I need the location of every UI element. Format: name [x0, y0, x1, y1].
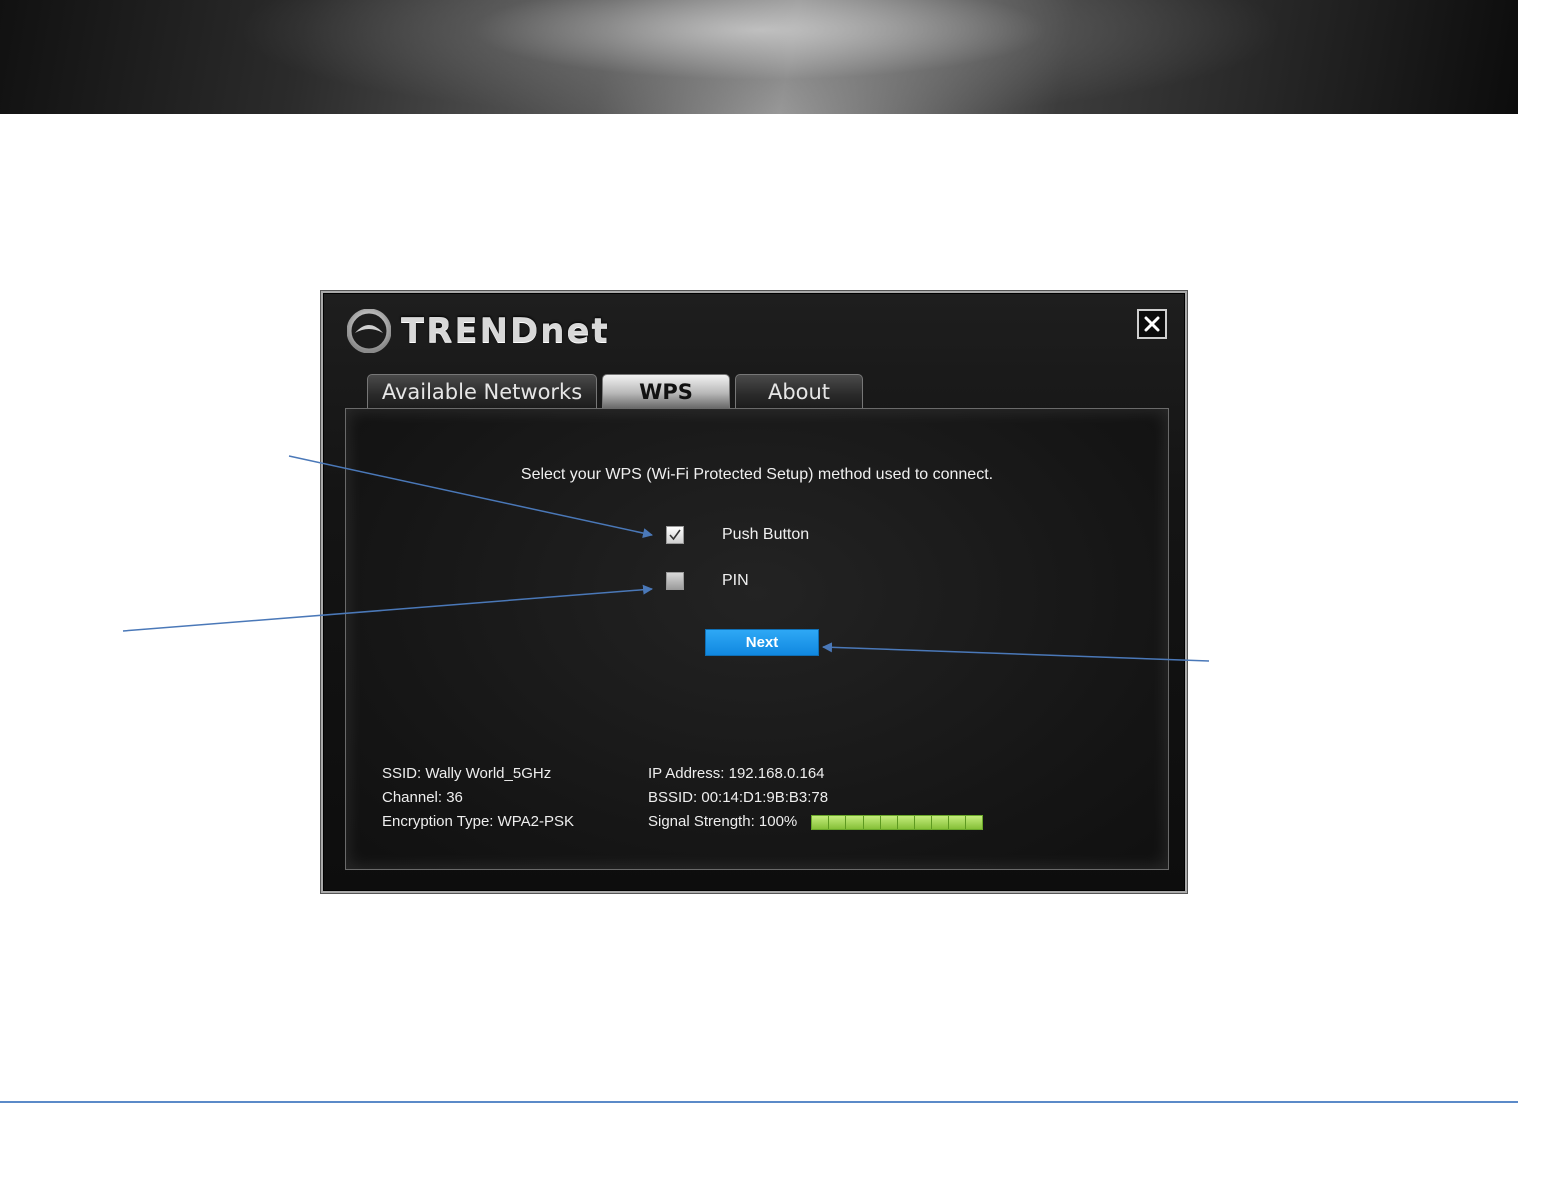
signal-segment	[812, 815, 830, 829]
connection-info-right: IP Address: 192.168.0.164 BSSID: 00:14:D…	[648, 762, 984, 834]
push-button-label: Push Button	[722, 526, 810, 543]
signal-segment	[863, 815, 881, 829]
trendnet-utility-window: TRENDnet Available Networks WPS About Se…	[321, 291, 1187, 893]
tab-available-networks[interactable]: Available Networks	[367, 374, 597, 408]
bssid-text: BSSID: 00:14:D1:9B:B3:78	[648, 789, 829, 806]
signal-segment	[846, 815, 864, 829]
encryption-text: Encryption Type: WPA2-PSK	[382, 813, 575, 830]
close-icon	[1144, 316, 1160, 332]
trendnet-logo-icon	[347, 309, 391, 353]
signal-segment	[966, 815, 983, 829]
signal-strength-bar	[811, 814, 984, 830]
signal-segment	[931, 815, 950, 829]
signal-segment	[949, 815, 967, 829]
checkmark-icon	[669, 529, 681, 541]
pin-option[interactable]: PIN	[666, 572, 749, 590]
brand-name: TRENDnet	[401, 311, 610, 351]
signal-segment	[914, 815, 932, 829]
pin-label: PIN	[722, 572, 749, 589]
ip-address-text: IP Address: 192.168.0.164	[648, 765, 825, 782]
trendnet-logo: TRENDnet	[347, 309, 610, 353]
close-button[interactable]	[1137, 309, 1167, 339]
wps-prompt: Select your WPS (Wi-Fi Protected Setup) …	[520, 466, 994, 483]
pin-checkbox[interactable]	[666, 572, 684, 590]
channel-text: Channel: 36	[382, 789, 463, 806]
signal-strength-text: Signal Strength: 100%	[648, 813, 798, 830]
connection-info-left: SSID: Wally World_5GHz Channel: 36 Encry…	[382, 762, 574, 834]
signal-segment	[829, 815, 847, 829]
signal-segment	[897, 815, 915, 829]
slide-header-banner	[0, 0, 1518, 114]
tab-about[interactable]: About	[735, 374, 863, 408]
next-button[interactable]: Next	[705, 629, 819, 656]
signal-segment	[880, 815, 898, 829]
signal-strength-row: Signal Strength: 100%	[648, 810, 984, 834]
footer-rule	[0, 1101, 1518, 1103]
push-button-checkbox[interactable]	[666, 526, 684, 544]
ssid-text: SSID: Wally World_5GHz	[382, 765, 552, 782]
wps-panel: Select your WPS (Wi-Fi Protected Setup) …	[345, 408, 1169, 870]
push-button-option[interactable]: Push Button	[666, 526, 809, 544]
tab-wps[interactable]: WPS	[602, 374, 730, 408]
